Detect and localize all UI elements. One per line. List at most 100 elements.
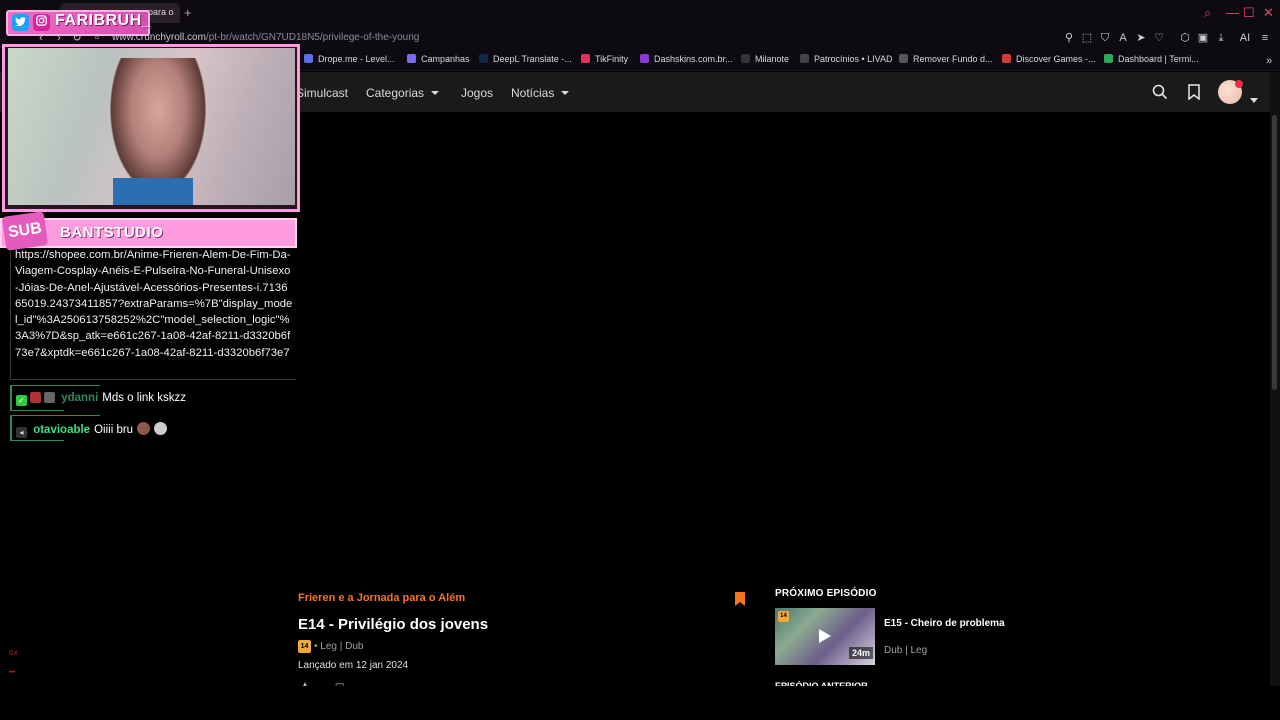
episode-languages: • Leg | Dub — [314, 641, 364, 652]
nav-item-0[interactable]: Simulcast — [296, 86, 348, 100]
search-icon[interactable]: ⌕ — [1204, 5, 1211, 21]
nav-label: Jogos — [461, 86, 494, 100]
pin-icon[interactable]: ⚲ — [1062, 31, 1076, 45]
ai-button[interactable]: AI — [1236, 31, 1254, 45]
series-title-link[interactable]: Frieren e a Jornada para o Além — [298, 592, 465, 604]
heart-icon[interactable]: ♡ — [1152, 31, 1166, 45]
chevron-down-icon — [431, 91, 440, 95]
bookmark-label: Dashskins.com.br... — [654, 54, 733, 64]
nav-label: Simulcast — [296, 86, 349, 100]
streamer-shirt — [113, 178, 193, 205]
chat-link-message: https://shopee.com.br/Anime-Frieren-Alem… — [15, 249, 293, 359]
heart-badge-icon — [30, 392, 41, 403]
instagram-icon — [33, 14, 50, 31]
bookmark-favicon-icon — [304, 54, 313, 63]
bookmark-favicon-icon — [479, 54, 488, 63]
maximize-icon[interactable]: ☐ — [1243, 5, 1255, 21]
bookmarks-more-icon[interactable]: » — [1262, 54, 1276, 68]
chevron-down-icon — [561, 91, 570, 95]
bookmark-label: Drope.me - Level... — [318, 54, 395, 64]
url-path: /pt-br/watch/GN7UD18N5/privilege-of-the-… — [205, 32, 420, 43]
download-icon[interactable]: ⤓ — [1214, 31, 1228, 45]
close-icon[interactable]: ✕ — [1263, 5, 1274, 21]
twitter-icon — [12, 14, 29, 31]
bookmark-icon[interactable] — [734, 592, 746, 606]
bookmark-favicon-icon — [800, 54, 809, 63]
nav-item-1[interactable]: Categorias — [366, 86, 440, 100]
bookmark-item[interactable]: Dashskins.com.br... — [640, 54, 733, 64]
emote-icon — [154, 422, 168, 435]
bookmark-item[interactable]: Remover Fundo d... — [899, 54, 993, 64]
scrollbar-thumb[interactable] — [1272, 115, 1277, 390]
bookmark-favicon-icon — [1002, 54, 1011, 63]
episode-duration: 24m — [849, 647, 874, 659]
next-episode-title[interactable]: E15 - Cheiro de problema — [884, 618, 1005, 629]
bookmark-icon[interactable] — [1188, 84, 1200, 105]
chat-text: Mds o link kskzz — [102, 392, 186, 404]
chevron-down-icon[interactable] — [1250, 90, 1258, 108]
bookmark-favicon-icon — [581, 54, 590, 63]
minimize-icon[interactable]: — — [1226, 5, 1239, 20]
bookmark-item[interactable]: TikFinity — [581, 54, 628, 64]
new-tab-button[interactable]: + — [184, 5, 192, 20]
bookmark-item[interactable]: Discover Games -... — [1002, 54, 1096, 64]
screen: para o + ⌕ — ☐ ✕ ‹ › ↻ ▫ www.crunchyroll… — [0, 0, 1280, 720]
search-icon[interactable] — [1152, 84, 1168, 105]
sub-badge-icon — [44, 392, 55, 403]
sub-tag: SUB — [1, 211, 49, 251]
age-rating-badge: 14 — [778, 611, 789, 622]
bookmark-favicon-icon — [640, 54, 649, 63]
nav-label: Notícias — [511, 86, 555, 100]
screenshot-icon[interactable]: ⬚ — [1080, 31, 1094, 45]
bookmark-item[interactable]: DeepL Translate -... — [479, 54, 572, 64]
wallet-icon[interactable]: ▣ — [1196, 31, 1210, 45]
bookmark-item[interactable]: Campanhas — [407, 54, 470, 64]
bookmark-favicon-icon — [1104, 54, 1113, 63]
emote-icon — [137, 422, 151, 435]
bookmark-label: Campanhas — [421, 54, 470, 64]
muted-badge-icon: ◂ — [16, 427, 27, 438]
tab-label: para o — [148, 7, 174, 17]
send-icon[interactable]: ➤ — [1134, 31, 1148, 45]
bookmark-label: Dashboard | Termi... — [1118, 54, 1199, 64]
age-rating-badge: 14 — [298, 640, 311, 653]
release-date: Lançado em 12 jan 2024 — [298, 660, 409, 671]
next-episode-languages: Dub | Leg — [884, 645, 928, 656]
chat-username: ydanni — [61, 392, 99, 404]
check-badge-icon: ✓ — [16, 395, 27, 406]
next-episode-heading: PRÓXIMO EPISÓDIO — [775, 588, 877, 599]
bookmark-label: Patrocínios • LIVAD — [814, 54, 893, 64]
bookmark-item[interactable]: Patrocínios • LIVAD — [800, 54, 893, 64]
bookmark-label: DeepL Translate -... — [493, 54, 572, 64]
chat-username: otavioable — [33, 424, 91, 436]
bookmark-favicon-icon — [741, 54, 750, 63]
taskbar — [0, 686, 1280, 720]
play-icon[interactable] — [819, 629, 831, 643]
bookmark-label: Remover Fundo d... — [913, 54, 993, 64]
nav-label: Categorias — [366, 86, 425, 100]
overlay-mark: ••• — [9, 670, 16, 676]
bookmark-label: Discover Games -... — [1016, 54, 1096, 64]
url-field[interactable]: www.crunchyroll.com/pt-br/watch/GN7UD18N… — [112, 32, 419, 43]
shield-icon[interactable]: ⛉ — [1098, 31, 1112, 45]
bookmark-label: TikFinity — [595, 54, 629, 64]
nav-item-3[interactable]: Notícias — [511, 86, 570, 100]
translate-icon[interactable]: A — [1116, 31, 1130, 45]
bookmark-item[interactable]: Drope.me - Level... — [304, 54, 395, 64]
overlay-mark: GX — [9, 651, 18, 657]
episode-title: E14 - Privilégio dos jovens — [298, 616, 489, 633]
streamer-name: FARIBRUH_ — [55, 12, 152, 29]
bookmark-item[interactable]: Dashboard | Termi... — [1104, 54, 1199, 64]
subscriber-name: BANTSTUDIO — [60, 224, 164, 241]
bookmark-favicon-icon — [899, 54, 908, 63]
notification-dot — [1235, 80, 1243, 88]
browser-tabbar — [0, 0, 1280, 26]
extensions-icon[interactable]: ⬡ — [1178, 31, 1192, 45]
chat-text: Oiiii bru — [94, 424, 134, 436]
bookmark-favicon-icon — [407, 54, 416, 63]
menu-icon[interactable]: ≡ — [1258, 31, 1272, 45]
bookmark-item[interactable]: Milanote — [741, 54, 789, 64]
bookmark-label: Milanote — [755, 54, 790, 64]
webcam-feed — [8, 48, 295, 205]
nav-item-2[interactable]: Jogos — [461, 86, 493, 100]
